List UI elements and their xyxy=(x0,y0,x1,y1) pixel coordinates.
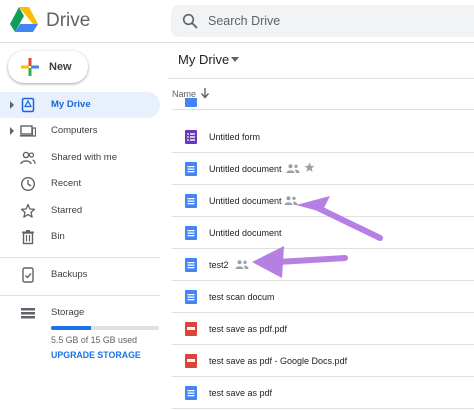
search-icon[interactable] xyxy=(182,13,198,29)
table-row[interactable]: Untitled document xyxy=(172,153,474,185)
storage-usage-bar xyxy=(51,326,159,330)
backups-icon xyxy=(22,267,34,283)
shared-with-me-icon xyxy=(20,151,36,165)
sidebar-item-label: Starred xyxy=(51,205,83,216)
plus-icon xyxy=(21,58,39,76)
table-row[interactable]: Untitled form xyxy=(172,121,474,153)
header-divider xyxy=(168,78,474,79)
sidebar-item-recent[interactable]: Recent xyxy=(0,171,160,197)
sidebar-item-label: Recent xyxy=(51,178,82,189)
file-name: test save as pdf - Google Docs.pdf xyxy=(209,356,348,366)
shared-people-icon xyxy=(286,164,300,173)
file-name: test2 xyxy=(209,260,229,270)
doc-file-icon xyxy=(185,98,197,107)
top-bar: Drive Search Drive xyxy=(0,0,474,43)
drive-logo-icon[interactable] xyxy=(10,7,38,32)
bin-icon xyxy=(22,230,34,245)
file-name: test save as pdf xyxy=(209,388,273,398)
sidebar-item-starred[interactable]: Starred xyxy=(0,198,160,224)
brand-name[interactable]: Drive xyxy=(46,10,90,32)
storage-usage-fill xyxy=(51,326,91,330)
sidebar-item-label: My Drive xyxy=(51,99,91,110)
file-name: Untitled form xyxy=(209,132,261,142)
computers-icon xyxy=(20,125,36,137)
doc-file-icon xyxy=(185,386,197,400)
my-drive-icon xyxy=(21,97,35,113)
table-row[interactable]: test save as pdf - Google Docs.pdf xyxy=(172,345,474,377)
doc-file-icon xyxy=(185,226,197,240)
sidebar-item-label: Backups xyxy=(51,269,88,280)
doc-file-icon xyxy=(185,258,197,272)
storage-icon xyxy=(21,308,35,319)
starred-icon[interactable] xyxy=(304,162,315,173)
expand-caret-icon[interactable] xyxy=(9,100,15,110)
file-name: Untitled document xyxy=(209,196,282,206)
sidebar-divider xyxy=(0,295,160,296)
file-name: test save as pdf.pdf xyxy=(209,324,288,334)
sidebar-item-shared-with-me[interactable]: Shared with me xyxy=(0,145,160,171)
sidebar-item-label: Shared with me xyxy=(51,152,118,163)
search-input[interactable]: Search Drive xyxy=(208,14,280,28)
new-button-label: New xyxy=(49,61,72,73)
doc-file-icon xyxy=(185,194,197,208)
doc-file-icon xyxy=(185,290,197,304)
sidebar-item-bin[interactable]: Bin xyxy=(0,224,160,250)
recent-icon xyxy=(20,176,36,192)
file-name: Untitled document xyxy=(209,164,282,174)
chevron-down-icon[interactable] xyxy=(231,57,239,62)
shared-people-icon xyxy=(284,196,298,205)
upgrade-storage-link[interactable]: UPGRADE STORAGE xyxy=(51,350,141,360)
table-row-partial[interactable] xyxy=(172,98,474,110)
pdf-file-icon xyxy=(185,322,197,336)
sidebar-item-label: Computers xyxy=(51,125,98,136)
sidebar-item-my-drive[interactable]: My Drive xyxy=(0,92,160,118)
sidebar-item-label: Storage xyxy=(51,307,85,318)
form-file-icon xyxy=(185,130,197,144)
table-row[interactable]: test save as pdf xyxy=(172,377,474,409)
sidebar-item-storage[interactable]: Storage xyxy=(0,300,160,326)
page-title[interactable]: My Drive xyxy=(178,52,229,67)
sidebar-item-backups[interactable]: Backups xyxy=(0,262,160,288)
table-row[interactable]: test2 xyxy=(172,249,474,281)
file-name: test scan docum xyxy=(209,292,275,302)
pdf-file-icon xyxy=(185,354,197,368)
star-icon xyxy=(20,203,36,218)
table-row[interactable]: test scan docum xyxy=(172,281,474,313)
table-row[interactable]: test save as pdf.pdf xyxy=(172,313,474,345)
table-row[interactable]: Untitled document xyxy=(172,185,474,217)
search-bar[interactable]: Search Drive xyxy=(171,5,474,37)
file-name: Untitled document xyxy=(209,228,282,238)
doc-file-icon xyxy=(185,162,197,176)
sidebar-item-computers[interactable]: Computers xyxy=(0,118,160,144)
new-button[interactable]: New xyxy=(8,51,88,83)
table-row[interactable]: Untitled document xyxy=(172,217,474,249)
expand-caret-icon[interactable] xyxy=(9,126,15,136)
storage-used-text: 5.5 GB of 15 GB used xyxy=(51,335,138,345)
sidebar-divider xyxy=(0,257,160,258)
shared-people-icon xyxy=(235,260,249,269)
sidebar-item-label: Bin xyxy=(51,231,65,242)
